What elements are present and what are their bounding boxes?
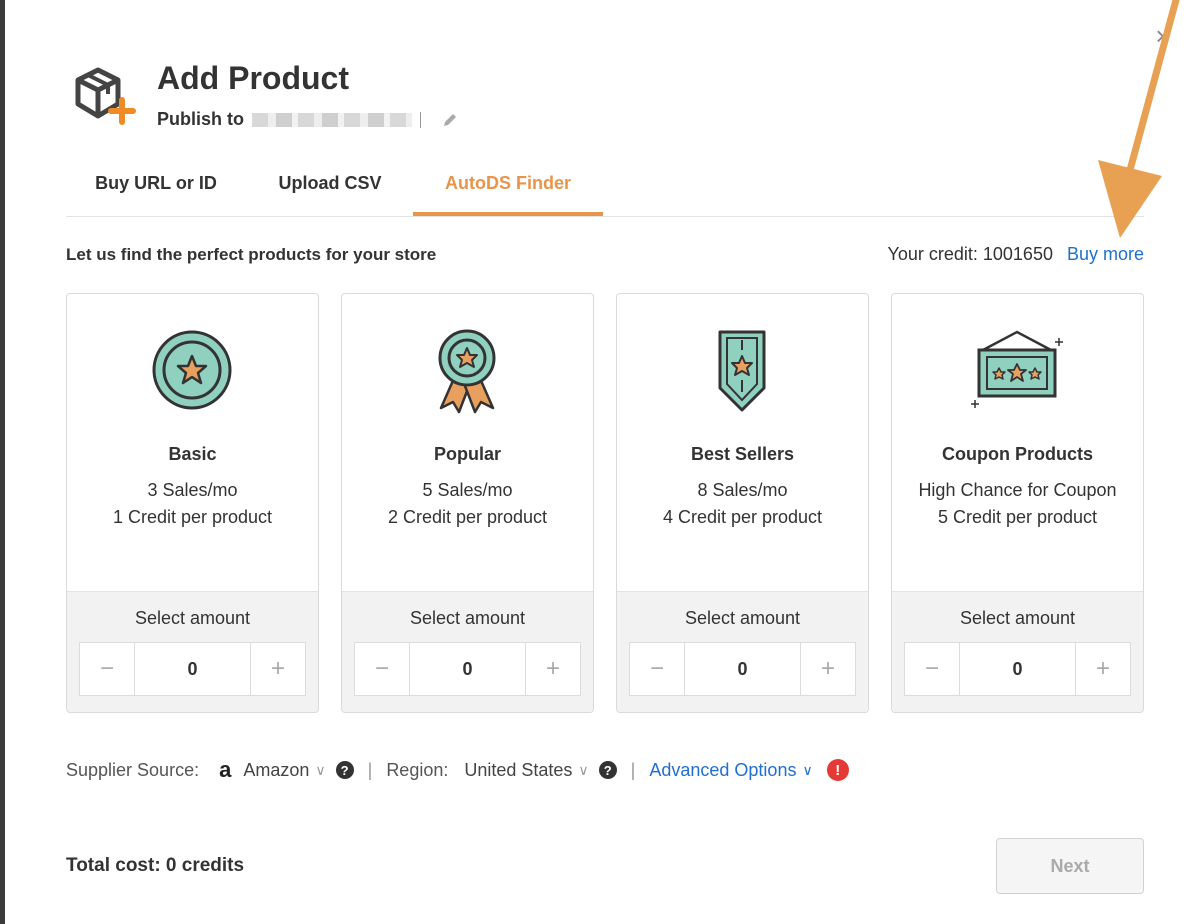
advanced-options-label: Advanced Options xyxy=(649,759,797,780)
text-divider xyxy=(420,111,421,128)
tab-buy-url[interactable]: Buy URL or ID xyxy=(94,162,218,214)
amount-selector: Select amount − 0 + xyxy=(67,591,318,712)
increment-button[interactable]: + xyxy=(801,643,855,695)
quantity-value[interactable]: 0 xyxy=(959,643,1076,695)
increment-button[interactable]: + xyxy=(526,643,580,695)
finder-subtitle: Let us find the perfect products for you… xyxy=(66,245,437,264)
plan-card-coupon-products: Coupon Products High Chance for Coupon 5… xyxy=(891,293,1144,713)
page-title: Add Product xyxy=(157,60,349,96)
next-button[interactable]: Next xyxy=(996,838,1144,894)
plan-card-best-sellers: Best Sellers 8 Sales/mo 4 Credit per pro… xyxy=(616,293,869,713)
chevron-down-icon: ∨ xyxy=(802,761,813,778)
window-edge xyxy=(0,0,5,924)
add-product-box-icon xyxy=(75,67,136,125)
supplier-source-dropdown[interactable]: Amazon ∨ xyxy=(243,760,325,781)
select-amount-label: Select amount xyxy=(134,608,251,628)
coin-star-icon xyxy=(152,330,232,410)
plan-credit-cost: 1 Credit per product xyxy=(112,507,273,527)
plan-card-basic: Basic 3 Sales/mo 1 Credit per product Se… xyxy=(66,293,319,713)
advanced-options-toggle[interactable]: Advanced Options ∨ xyxy=(649,760,812,781)
decrement-button[interactable]: − xyxy=(905,643,959,695)
chevron-down-icon: ∨ xyxy=(315,761,326,778)
select-amount-label: Select amount xyxy=(409,608,526,628)
tab-autods-finder[interactable]: AutoDS Finder xyxy=(413,162,603,216)
plan-sales: 3 Sales/mo xyxy=(147,480,238,500)
credit-row: Your credit: 1001650 Buy more xyxy=(888,244,1145,265)
amount-selector: Select amount − 0 + xyxy=(892,591,1143,712)
quantity-stepper: − 0 + xyxy=(79,642,306,696)
quantity-stepper: − 0 + xyxy=(904,642,1131,696)
publish-to-row: Publish to xyxy=(157,109,459,130)
ribbon-medal-icon xyxy=(438,329,496,414)
select-amount-label: Select amount xyxy=(959,608,1076,628)
region-value: United States xyxy=(464,759,573,780)
supplier-source-value: Amazon xyxy=(243,759,310,780)
plan-credit-cost: 2 Credit per product xyxy=(387,507,548,527)
quantity-stepper: − 0 + xyxy=(629,642,856,696)
plan-sales: 8 Sales/mo xyxy=(697,480,788,500)
store-name-redacted xyxy=(252,112,412,127)
separator: | xyxy=(630,759,636,780)
supplier-source-label: Supplier Source: xyxy=(66,759,200,780)
decrement-button[interactable]: − xyxy=(630,643,684,695)
credit-balance: Your credit: 1001650 xyxy=(887,244,1053,264)
tab-upload-csv[interactable]: Upload CSV xyxy=(266,162,394,214)
plan-name: Basic xyxy=(168,444,217,464)
select-amount-label: Select amount xyxy=(684,608,801,628)
plan-sales: 5 Sales/mo xyxy=(422,480,513,500)
plan-name: Popular xyxy=(433,444,501,464)
region-label: Region: xyxy=(386,759,449,780)
total-cost: Total cost: 0 credits xyxy=(66,855,245,876)
quantity-value[interactable]: 0 xyxy=(134,643,251,695)
plan-name: Best Sellers xyxy=(690,444,795,464)
region-dropdown[interactable]: United States ∨ xyxy=(464,760,588,781)
quantity-value[interactable]: 0 xyxy=(409,643,526,695)
plan-name: Coupon Products xyxy=(942,444,1093,464)
separator: | xyxy=(367,759,373,780)
amount-selector: Select amount − 0 + xyxy=(342,591,593,712)
increment-button[interactable]: + xyxy=(1076,643,1130,695)
amazon-logo-icon: a xyxy=(219,757,232,782)
help-icon[interactable]: ? xyxy=(335,761,354,779)
quantity-value[interactable]: 0 xyxy=(684,643,801,695)
amount-selector: Select amount − 0 + xyxy=(617,591,868,712)
publish-to-label: Publish to xyxy=(157,109,244,129)
plan-card-popular: Popular 5 Sales/mo 2 Credit per product … xyxy=(341,293,594,713)
tab-bar: Buy URL or ID Upload CSV AutoDS Finder xyxy=(66,162,1144,217)
close-button[interactable]: × xyxy=(1150,22,1176,50)
chevron-down-icon: ∨ xyxy=(578,761,589,778)
search-options-row: Supplier Source: a Amazon ∨ ? | Region: … xyxy=(66,756,849,784)
shield-star-icon xyxy=(718,330,766,412)
decrement-button[interactable]: − xyxy=(355,643,409,695)
quantity-stepper: − 0 + xyxy=(354,642,581,696)
help-icon[interactable]: ? xyxy=(598,761,617,779)
warning-icon[interactable]: ! xyxy=(826,759,849,781)
pencil-icon[interactable] xyxy=(441,111,459,129)
plan-sales: High Chance for Coupon xyxy=(918,480,1117,500)
increment-button[interactable]: + xyxy=(251,643,305,695)
coupon-ticket-icon xyxy=(971,330,1063,408)
buy-more-link[interactable]: Buy more xyxy=(1067,244,1144,265)
decrement-button[interactable]: − xyxy=(80,643,134,695)
plan-credit-cost: 4 Credit per product xyxy=(662,507,823,527)
plan-credit-cost: 5 Credit per product xyxy=(937,507,1098,527)
